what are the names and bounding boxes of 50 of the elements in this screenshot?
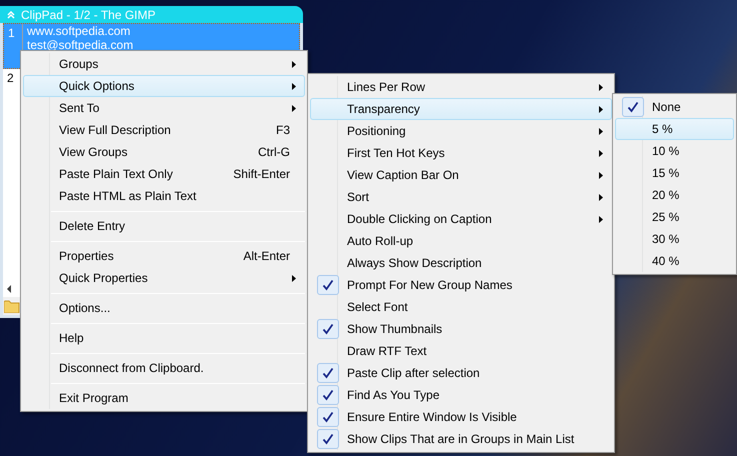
shortcut-label: Shift-Enter: [233, 166, 290, 183]
menu-item[interactable]: Auto Roll-up: [310, 230, 612, 252]
shortcut-label: Alt-Enter: [243, 248, 290, 265]
menu-item[interactable]: Find As You Type: [310, 384, 612, 406]
menu-item[interactable]: 20 %: [615, 184, 734, 206]
shortcut-label: Ctrl-G: [258, 144, 290, 161]
shortcut-label: F3: [276, 122, 290, 139]
menu-item[interactable]: First Ten Hot Keys: [310, 142, 612, 164]
scroll-left-icon[interactable]: [6, 285, 12, 293]
menu-item[interactable]: 15 %: [615, 162, 734, 184]
menu-item[interactable]: Show Clips That are in Groups in Main List: [310, 428, 612, 450]
menu-item[interactable]: View Groups Ctrl-G: [23, 141, 305, 163]
menu-item[interactable]: Sort: [310, 186, 612, 208]
menu-item[interactable]: 30 %: [615, 228, 734, 250]
menu-item[interactable]: Quick Options: [23, 75, 305, 97]
menu-item[interactable]: Quick Properties: [23, 267, 305, 289]
menu-item[interactable]: Select Font: [310, 296, 612, 318]
menu-item[interactable]: Sent To: [23, 97, 305, 119]
menu-item[interactable]: Show Thumbnails: [310, 318, 612, 340]
menu-item[interactable]: Transparency: [310, 98, 612, 120]
menu-item[interactable]: Lines Per Row: [310, 76, 612, 98]
entry-text: www.softpedia.com: [27, 24, 132, 38]
folder-icon[interactable]: [4, 300, 20, 312]
menu-item[interactable]: View Full Description F3: [23, 119, 305, 141]
menu-item[interactable]: View Caption Bar On: [310, 164, 612, 186]
menu-item[interactable]: Prompt For New Group Names: [310, 274, 612, 296]
menu-item[interactable]: None: [615, 96, 734, 118]
menu-item[interactable]: Options...: [23, 297, 305, 319]
menu-item[interactable]: Exit Program: [23, 387, 305, 409]
menu-item[interactable]: Draw RTF Text: [310, 340, 612, 362]
menu-item[interactable]: Positioning: [310, 120, 612, 142]
menu-item[interactable]: Disconnect from Clipboard.: [23, 357, 305, 379]
entry-text: test@softpedia.com: [27, 38, 134, 52]
menu-item[interactable]: Double Clicking on Caption: [310, 208, 612, 230]
menu-item[interactable]: Delete Entry: [23, 215, 305, 237]
menu-item[interactable]: Always Show Description: [310, 252, 612, 274]
menu-item[interactable]: Paste Plain Text Only Shift-Enter: [23, 163, 305, 185]
entry-number: 1: [8, 25, 16, 42]
menu-item[interactable]: Paste HTML as Plain Text: [23, 185, 305, 207]
collapse-icon[interactable]: [7, 10, 15, 18]
menu-item[interactable]: Help: [23, 327, 305, 349]
menu-item[interactable]: Paste Clip after selection: [310, 362, 612, 384]
entry-number: 2: [7, 70, 15, 87]
menu-item[interactable]: Ensure Entire Window Is Visible: [310, 406, 612, 428]
menu-item[interactable]: 25 %: [615, 206, 734, 228]
menu-item[interactable]: 40 %: [615, 250, 734, 272]
menu-item[interactable]: 5 %: [615, 118, 734, 140]
menu-item[interactable]: 10 %: [615, 140, 734, 162]
window-title: ClipPad - 1/2 - The GIMP: [21, 6, 156, 24]
menu-item[interactable]: Properties Alt-Enter: [23, 245, 305, 267]
